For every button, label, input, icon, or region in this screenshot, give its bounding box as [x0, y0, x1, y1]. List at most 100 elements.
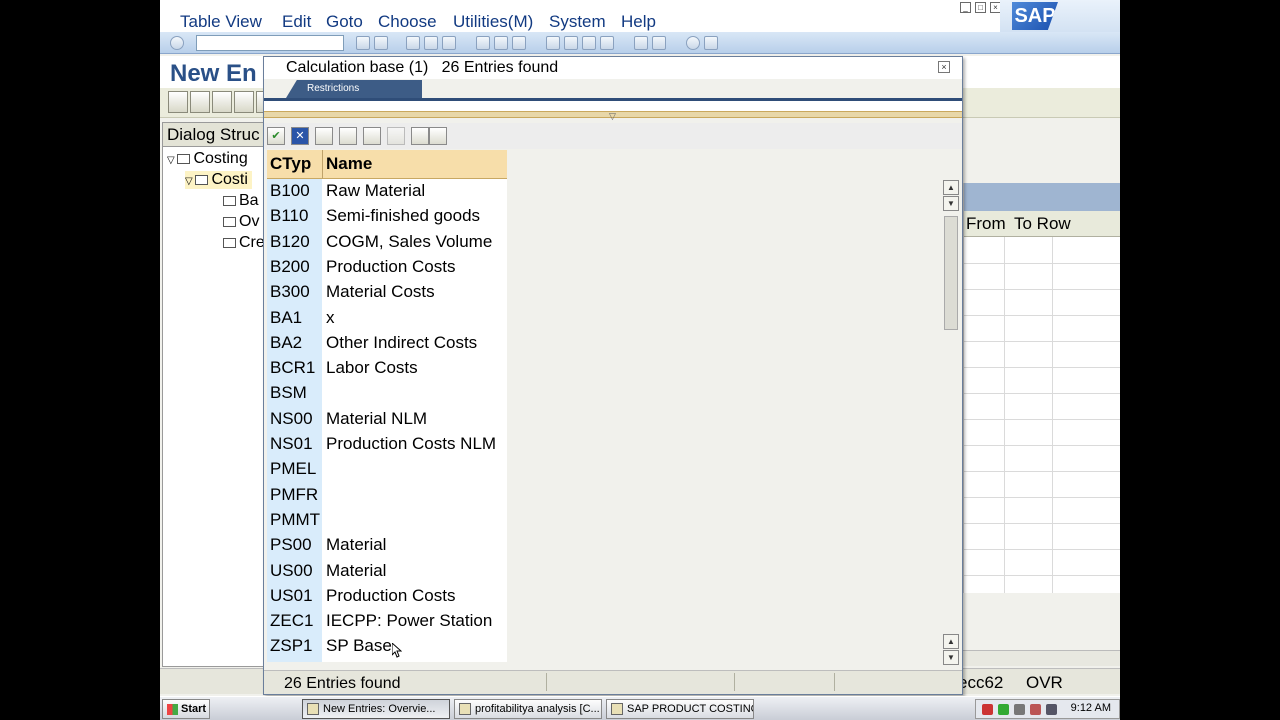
- dialog-status-bar: 26 Entries found: [264, 670, 962, 694]
- tray-app-icon[interactable]: [998, 704, 1009, 715]
- list-item[interactable]: US01 Production Costs: [267, 584, 507, 609]
- scroll-down-icon[interactable]: ▼: [943, 650, 959, 665]
- new-session-icon[interactable]: [634, 36, 648, 50]
- list-item[interactable]: PS00 Material: [267, 533, 507, 558]
- sort-icon[interactable]: [363, 127, 381, 145]
- list-item[interactable]: NS00 Material NLM: [267, 407, 507, 432]
- quicklaunch-ie-icon[interactable]: [222, 699, 240, 719]
- list-item[interactable]: BCR1 Labor Costs: [267, 356, 507, 381]
- grid-line: [964, 289, 1120, 290]
- delete-icon[interactable]: [190, 91, 210, 113]
- hit-list-header: CTyp Name: [267, 150, 507, 179]
- cancel-x-icon[interactable]: ✕: [291, 127, 309, 145]
- col-name[interactable]: Name: [326, 154, 372, 174]
- menu-edit[interactable]: Edit: [282, 12, 311, 32]
- col-ctyp[interactable]: CTyp: [270, 154, 311, 174]
- help-icon[interactable]: [686, 36, 700, 50]
- print-icon[interactable]: [476, 36, 490, 50]
- list-item[interactable]: B200 Production Costs: [267, 255, 507, 280]
- vertical-scrollbar[interactable]: ▲ ▼ ▲ ▼: [943, 180, 959, 666]
- menu-system[interactable]: System: [549, 12, 606, 32]
- find-next-icon[interactable]: [512, 36, 526, 50]
- close-icon[interactable]: ×: [938, 61, 950, 73]
- list-item[interactable]: B100 Raw Material: [267, 179, 507, 204]
- select-all-icon[interactable]: [212, 91, 232, 113]
- find-icon[interactable]: [315, 127, 333, 145]
- list-item[interactable]: PMEL: [267, 457, 507, 482]
- tray-app-icon[interactable]: [1014, 704, 1025, 715]
- checkmark-icon[interactable]: ✔: [267, 127, 285, 145]
- cancel-icon[interactable]: [442, 36, 456, 50]
- first-page-icon[interactable]: [546, 36, 560, 50]
- enter-icon[interactable]: [170, 36, 184, 50]
- start-button[interactable]: Start: [162, 699, 210, 719]
- back-arrow-icon[interactable]: [356, 36, 370, 50]
- list-item[interactable]: PMMT: [267, 508, 507, 533]
- list-item[interactable]: B300 Material Costs: [267, 280, 507, 305]
- expand-arrow-icon[interactable]: ▽: [609, 111, 616, 122]
- task-sap-product-costing[interactable]: SAP PRODUCT COSTING: [606, 699, 754, 719]
- tray-app-icon[interactable]: [1030, 704, 1041, 715]
- layout-menu-icon[interactable]: [704, 36, 718, 50]
- list-item[interactable]: BA1 x: [267, 306, 507, 331]
- volume-icon[interactable]: [1046, 704, 1057, 715]
- minimize-icon[interactable]: _: [960, 2, 971, 13]
- list-item[interactable]: B110 Semi-finished goods: [267, 204, 507, 229]
- splitter-bar[interactable]: ▽: [264, 111, 962, 121]
- print-icon[interactable]: [411, 127, 429, 145]
- folder-icon: [223, 195, 236, 206]
- layout-icon[interactable]: [429, 127, 447, 145]
- collapse-icon[interactable]: ▽: [167, 155, 177, 166]
- list-item[interactable]: B120 COGM, Sales Volume: [267, 230, 507, 255]
- task-new-entries[interactable]: New Entries: Overvie...: [302, 699, 450, 719]
- list-item[interactable]: PMFR: [267, 483, 507, 508]
- cost-type-code: BA2: [270, 332, 303, 352]
- command-field[interactable]: [196, 35, 344, 51]
- menu-goto[interactable]: Goto: [326, 12, 363, 32]
- grid-line: [964, 497, 1120, 498]
- quicklaunch-desktop-icon[interactable]: [244, 699, 262, 719]
- col-from[interactable]: From: [966, 214, 1006, 234]
- tree-item-overhead[interactable]: Ov: [223, 213, 259, 231]
- collapse-icon[interactable]: ▽: [185, 176, 195, 187]
- menu-choose[interactable]: Choose: [378, 12, 437, 32]
- horizontal-scrollbar[interactable]: [963, 650, 1120, 666]
- menu-table-view[interactable]: Table View: [180, 12, 262, 32]
- list-item[interactable]: BA2 Other Indirect Costs: [267, 331, 507, 356]
- scroll-up-icon[interactable]: ▲: [943, 180, 959, 195]
- scroll-thumb[interactable]: [944, 216, 958, 330]
- list-item[interactable]: BSM: [267, 381, 507, 406]
- list-item[interactable]: US00 Material: [267, 559, 507, 584]
- restore-icon[interactable]: □: [975, 2, 986, 13]
- back-icon[interactable]: [406, 36, 420, 50]
- find-next-icon[interactable]: [339, 127, 357, 145]
- save-icon[interactable]: [374, 36, 388, 50]
- shortcut-icon[interactable]: [652, 36, 666, 50]
- list-item[interactable]: NS01 Production Costs NLM: [267, 432, 507, 457]
- page-down-icon[interactable]: ▲: [943, 634, 959, 649]
- tree-item-costing-sheet[interactable]: ▽ Costi: [185, 171, 252, 189]
- deselect-icon[interactable]: [234, 91, 254, 113]
- list-item[interactable]: ZEC1 IECPP: Power Station: [267, 609, 507, 634]
- cost-type-name: Material: [326, 560, 387, 580]
- tab-restrictions[interactable]: Restrictions: [286, 80, 422, 98]
- last-page-icon[interactable]: [600, 36, 614, 50]
- tree-item-base[interactable]: Ba: [223, 192, 259, 210]
- next-page-icon[interactable]: [582, 36, 596, 50]
- tree-item-credit[interactable]: Cre: [223, 234, 265, 252]
- menu-help[interactable]: Help: [621, 12, 656, 32]
- standard-toolbar: [160, 32, 1120, 54]
- prev-page-icon[interactable]: [564, 36, 578, 50]
- page-up-icon[interactable]: ▼: [943, 196, 959, 211]
- change-icon[interactable]: [168, 91, 188, 113]
- folder-icon: [611, 703, 623, 715]
- tray-app-icon[interactable]: [982, 704, 993, 715]
- find-icon[interactable]: [494, 36, 508, 50]
- exit-icon[interactable]: [424, 36, 438, 50]
- list-item[interactable]: ZSP1 SP Base: [267, 634, 507, 659]
- menu-utilities[interactable]: Utilities(M): [453, 12, 533, 32]
- task-profitability-analysis[interactable]: profitabilitya analysis [C...: [454, 699, 602, 719]
- insert-mode[interactable]: OVR: [1026, 673, 1063, 693]
- col-to-row[interactable]: To Row: [1014, 214, 1071, 234]
- tree-item-costing[interactable]: ▽ Costing: [167, 150, 248, 168]
